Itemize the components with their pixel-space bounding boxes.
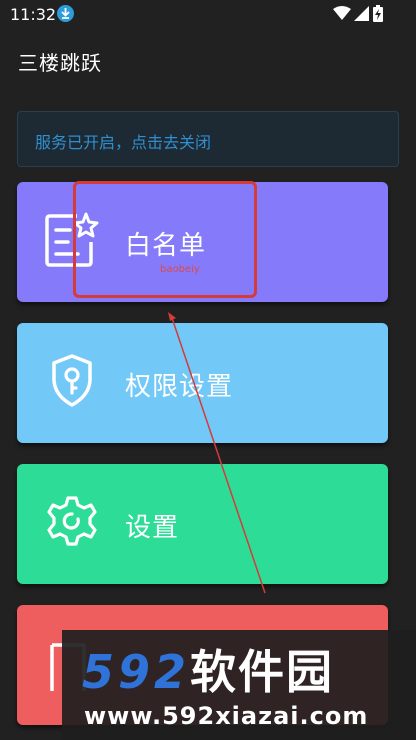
watermark-url: www.592xiazai.com — [84, 702, 369, 730]
watermark-logo: 592软件园 — [82, 636, 334, 702]
watermark-logo-number: 592 — [82, 645, 191, 699]
watermark: 592软件园 www.592xiazai.com — [62, 630, 416, 740]
annotation-arrow — [168, 312, 266, 594]
watermark-logo-text: 软件园 — [190, 645, 335, 699]
